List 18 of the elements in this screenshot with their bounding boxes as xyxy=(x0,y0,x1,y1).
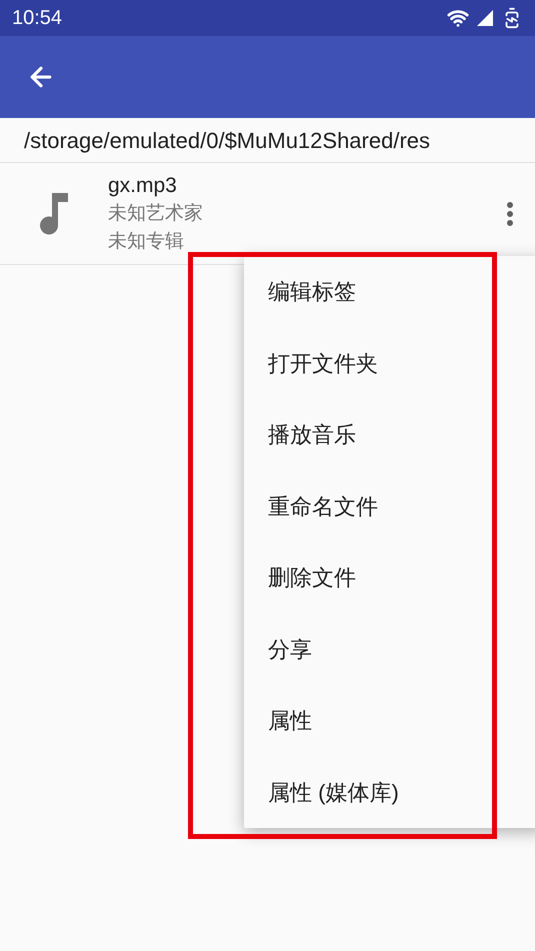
album-text: 未知专辑 xyxy=(108,230,185,254)
menu-item[interactable]: 属性 xyxy=(244,685,535,756)
menu-item[interactable]: 属性 (媒体库) xyxy=(244,756,535,828)
more-icon xyxy=(507,202,513,226)
wifi-icon xyxy=(447,7,469,29)
more-options-button[interactable] xyxy=(507,202,513,226)
music-note-icon xyxy=(38,192,70,234)
menu-item[interactable]: 重命名文件 xyxy=(244,470,535,542)
menu-item[interactable]: 删除文件 xyxy=(244,542,535,614)
menu-item[interactable]: 分享 xyxy=(244,614,535,685)
menu-item[interactable]: 播放音乐 xyxy=(244,399,535,470)
clock: 10:54 xyxy=(12,6,62,31)
menu-item[interactable]: 打开文件夹 xyxy=(244,328,535,399)
file-name[interactable]: gx.mp3 xyxy=(108,172,507,200)
folder-path: /storage/emulated/0/$MuMu12Shared/res xyxy=(24,126,430,155)
signal-icon xyxy=(475,8,495,28)
menu-item[interactable]: 编辑标签 xyxy=(244,256,535,328)
artist-text: 未知艺术家 xyxy=(108,202,204,226)
